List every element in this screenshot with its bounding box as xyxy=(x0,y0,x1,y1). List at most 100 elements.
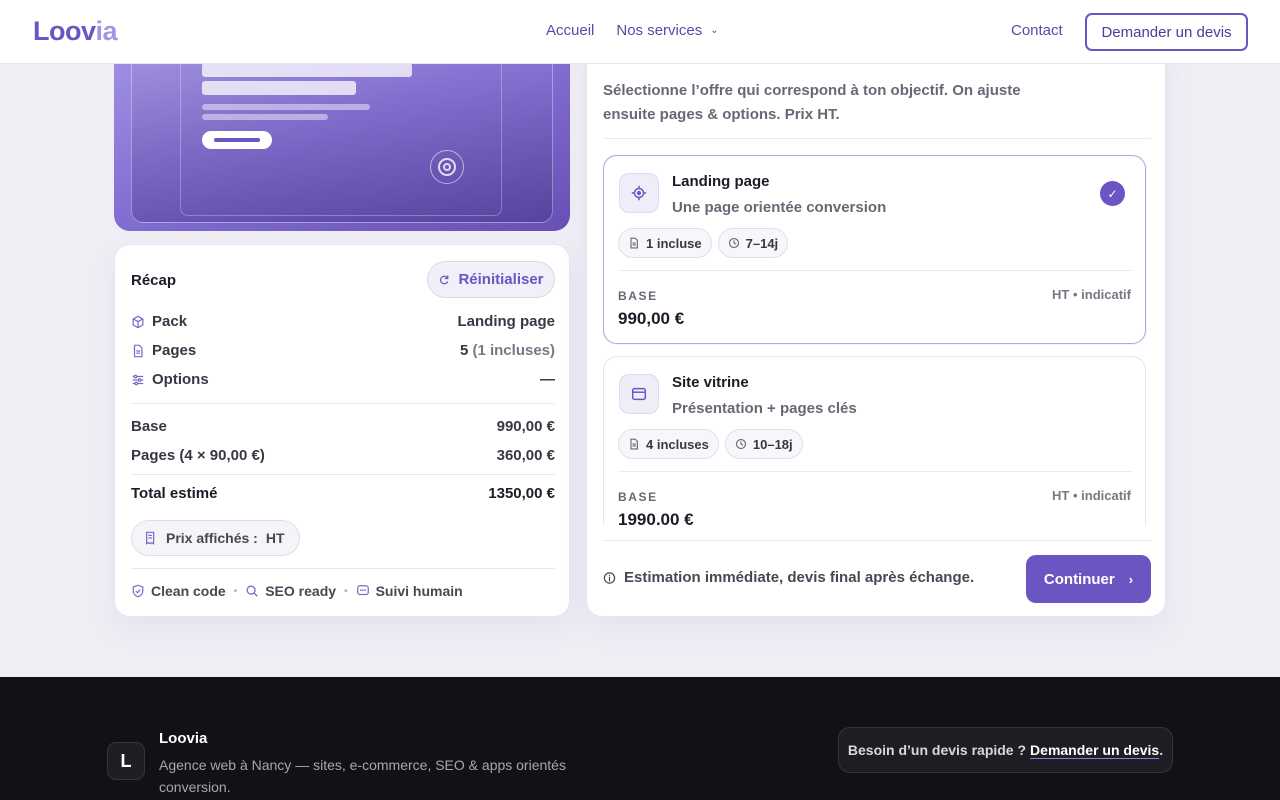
options-value: — xyxy=(540,371,555,388)
offers-intro: Sélectionne l’offre qui correspond à ton… xyxy=(603,82,1021,123)
footer-cta-text: Besoin d’un devis rapide ? xyxy=(847,742,1027,758)
badge-seo-ready: SEO ready xyxy=(245,583,336,599)
total-label: Total estimé xyxy=(131,485,218,502)
clock-icon xyxy=(735,438,746,450)
delay-chip-label: 10–18j xyxy=(752,436,793,452)
top-navbar: Loovia Accueil Nos services ⌄ Contact De… xyxy=(0,0,1280,64)
ht-indicator: HT • indicatif xyxy=(1052,287,1131,302)
divider xyxy=(618,270,1132,271)
offers-list[interactable]: Landing page Une page orientée conversio… xyxy=(603,155,1151,525)
nav-item-services[interactable]: Nos services ⌄ xyxy=(616,22,718,39)
illustration-line xyxy=(202,81,356,95)
offer-card-site-vitrine[interactable]: Site vitrine Présentation + pages clés 4… xyxy=(603,356,1146,525)
offers-panel: Sélectionne l’offre qui correspond à ton… xyxy=(586,40,1166,617)
divider xyxy=(131,403,555,404)
delay-chip: 7–14j xyxy=(717,228,789,258)
reset-label: Réinitialiser xyxy=(458,271,544,288)
offer-name: Site vitrine xyxy=(672,374,749,391)
pages-cost-label: Pages (4 × 90,00 €) xyxy=(131,447,265,464)
refresh-icon xyxy=(438,273,450,287)
reset-button[interactable]: Réinitialiser xyxy=(427,261,555,298)
footer-cta-end: . xyxy=(1159,742,1164,758)
brand-logo[interactable]: Loovia xyxy=(33,16,118,47)
document-icon xyxy=(131,344,145,358)
footer-quote-link[interactable]: Demander un devis xyxy=(1030,742,1159,758)
badge-clean-code: Clean code xyxy=(131,583,226,599)
illustration-line xyxy=(202,104,370,110)
ht-indicator: HT • indicatif xyxy=(1052,488,1131,503)
offer-description: Une page orientée conversion xyxy=(672,199,887,216)
offer-description: Présentation + pages clés xyxy=(672,400,857,417)
base-label: Base xyxy=(131,418,167,435)
divider xyxy=(131,568,555,569)
illustration-browser-frame xyxy=(180,40,502,216)
pages-cost-value: 360,00 € xyxy=(496,447,555,464)
check-icon: ✓ xyxy=(1100,181,1125,206)
illustration-cta xyxy=(202,131,272,149)
base-label: BASE xyxy=(618,490,658,504)
badge-human-follow-up-label: Suivi humain xyxy=(375,583,463,599)
nav-item-contact[interactable]: Contact xyxy=(1011,22,1063,39)
recap-row-pages: Pages 5 (1 incluses) xyxy=(131,342,555,359)
document-icon xyxy=(630,438,638,450)
continue-button[interactable]: Continuer › xyxy=(1026,555,1151,603)
recap-title: Récap xyxy=(131,272,177,289)
estimate-note-text: Estimation immédiate, devis final après … xyxy=(624,569,975,586)
badge-clean-code-label: Clean code xyxy=(151,583,226,599)
recap-row-total: Total estimé 1350,00 € xyxy=(131,485,555,502)
chevron-down-icon: ⌄ xyxy=(710,25,719,36)
separator-dot: • xyxy=(233,585,238,597)
site-footer: L Loovia Agence web à Nancy — sites, e-c… xyxy=(0,677,1280,800)
pack-value: Landing page xyxy=(457,313,556,330)
base-label: BASE xyxy=(618,289,658,303)
recap-row-pack: Pack Landing page xyxy=(131,313,555,330)
clock-icon xyxy=(728,237,739,249)
pages-included: (1 incluses) xyxy=(472,342,555,359)
info-icon xyxy=(603,571,616,585)
document-icon xyxy=(630,237,638,249)
recap-card: Récap Réinitialiser Pack Landing page Pa… xyxy=(114,244,570,617)
nav-item-accueil[interactable]: Accueil xyxy=(546,22,594,39)
footer-quote-callout: Besoin d’un devis rapide ? Demander un d… xyxy=(838,727,1173,773)
badge-seo-ready-label: SEO ready xyxy=(265,583,337,599)
recap-row-base: Base 990,00 € xyxy=(131,418,555,435)
recap-row-pages-cost: Pages (4 × 90,00 €) 360,00 € xyxy=(131,447,555,464)
illustration-line xyxy=(202,114,328,120)
divider xyxy=(603,540,1151,541)
badge-human-follow-up: Suivi humain xyxy=(356,583,463,599)
delay-chip: 10–18j xyxy=(724,429,803,459)
recap-row-options: Options — xyxy=(131,371,555,388)
pages-value: 5 (1 incluses) xyxy=(460,342,555,359)
pages-chip-label: 4 incluses xyxy=(646,436,709,452)
chevron-right-icon: › xyxy=(1128,571,1134,587)
request-quote-button[interactable]: Demander un devis xyxy=(1085,13,1248,51)
offer-card-landing-page[interactable]: Landing page Une page orientée conversio… xyxy=(603,155,1146,344)
quality-badges: Clean code • SEO ready • Suivi humain xyxy=(131,583,463,599)
price-mode-value: HT xyxy=(265,530,285,546)
footer-brand: Loovia xyxy=(159,730,208,747)
options-label: Options xyxy=(152,371,209,388)
illustration-line xyxy=(202,63,412,77)
target-icon xyxy=(430,150,464,184)
delay-chip-label: 7–14j xyxy=(745,235,779,251)
offer-price: 990,00 € xyxy=(618,309,685,328)
pages-count: 5 xyxy=(459,342,469,359)
shield-check-icon xyxy=(131,584,145,598)
offer-name: Landing page xyxy=(672,173,770,190)
pages-chip-label: 1 incluse xyxy=(646,235,702,251)
hero-illustration xyxy=(114,40,570,231)
separator-dot: • xyxy=(344,585,348,597)
offer-chips: 4 incluses 10–18j xyxy=(618,429,803,459)
divider xyxy=(131,474,555,475)
search-icon xyxy=(245,584,259,598)
footer-logo[interactable]: L xyxy=(107,742,145,780)
chat-icon xyxy=(356,584,370,598)
nav-item-services-label: Nos services xyxy=(616,22,703,39)
base-value: 990,00 € xyxy=(496,418,555,435)
divider xyxy=(618,471,1132,472)
crosshair-icon xyxy=(619,173,659,213)
receipt-icon xyxy=(144,531,158,545)
price-mode-chip: Prix affichés : HT xyxy=(131,520,300,556)
box-icon xyxy=(131,315,145,329)
pages-chip: 4 incluses xyxy=(618,429,719,459)
